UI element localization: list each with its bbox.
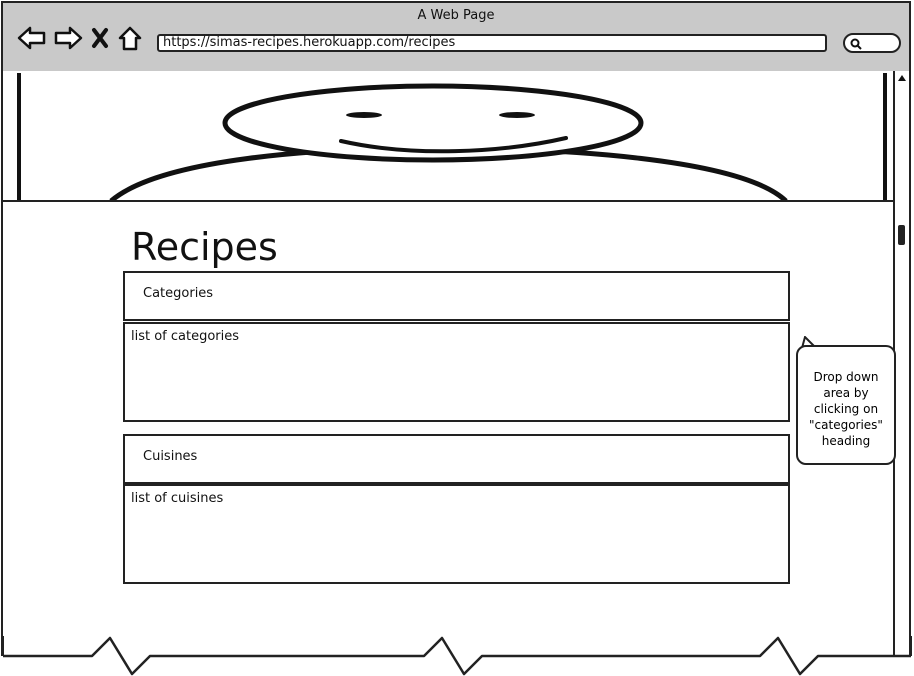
home-icon[interactable] (117, 25, 143, 51)
scroll-thumb[interactable] (898, 225, 905, 245)
back-arrow-icon[interactable] (17, 25, 47, 51)
scroll-up-icon[interactable] (897, 73, 907, 83)
browser-chrome: A Web Page https://simas-recipes.herokua… (1, 1, 911, 71)
annotation-line: heading (821, 434, 871, 448)
forward-arrow-icon[interactable] (53, 25, 83, 51)
annotation-callout: Drop down area by clicking on "categorie… (796, 345, 896, 465)
address-bar[interactable]: https://simas-recipes.herokuapp.com/reci… (157, 34, 827, 52)
nav-toolbar (17, 25, 143, 51)
torn-page-edge (0, 636, 914, 676)
smiley-face-image (109, 83, 788, 201)
browser-window: A Web Page https://simas-recipes.herokua… (0, 0, 914, 676)
annotation-line: clicking on (813, 402, 879, 416)
cuisines-heading[interactable]: Cuisines (123, 434, 790, 484)
hero-image (17, 73, 887, 201)
window-title: A Web Page (417, 8, 495, 23)
annotation-line: area by (823, 386, 869, 400)
annotation-line: Drop down (813, 370, 879, 384)
annotation-line: "categories" (809, 418, 883, 432)
cuisines-list: list of cuisines (123, 484, 790, 584)
search-icon (850, 38, 862, 50)
search-field[interactable] (843, 33, 901, 53)
categories-list: list of categories (123, 322, 790, 422)
close-icon[interactable] (89, 25, 111, 51)
hero-divider (3, 200, 896, 202)
categories-heading[interactable]: Categories (123, 271, 790, 321)
page-title: Recipes (131, 225, 278, 269)
